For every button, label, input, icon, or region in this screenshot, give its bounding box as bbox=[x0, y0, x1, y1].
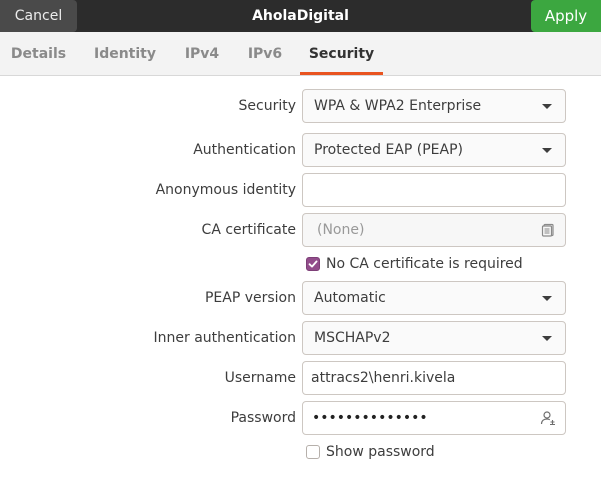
tab-ipv6[interactable]: IPv6 bbox=[238, 32, 292, 75]
anonymous-identity-input[interactable] bbox=[302, 173, 566, 207]
chevron-down-icon bbox=[542, 336, 552, 341]
no-ca-required-row[interactable]: No CA certificate is required bbox=[306, 254, 523, 274]
ca-certificate-input[interactable]: (None) bbox=[302, 213, 566, 247]
show-password-label: Show password bbox=[326, 444, 435, 460]
inner-authentication-value: MSCHAPv2 bbox=[314, 330, 391, 346]
header-bar: Cancel AholaDigital Apply bbox=[0, 0, 601, 32]
security-value: WPA & WPA2 Enterprise bbox=[314, 98, 482, 114]
password-value: •••••••••••••• bbox=[312, 410, 428, 426]
tab-security[interactable]: Security bbox=[300, 32, 383, 75]
document-open-icon[interactable] bbox=[540, 222, 556, 238]
apply-button[interactable]: Apply bbox=[531, 0, 601, 32]
peap-version-label: PEAP version bbox=[204, 290, 296, 306]
ca-certificate-value: (None) bbox=[317, 222, 365, 238]
checkmark-icon bbox=[308, 260, 318, 268]
password-input[interactable]: •••••••••••••• bbox=[302, 401, 566, 435]
show-password-checkbox[interactable] bbox=[306, 445, 320, 459]
tab-details[interactable]: Details bbox=[0, 32, 77, 75]
cancel-button[interactable]: Cancel bbox=[0, 0, 77, 32]
show-password-row[interactable]: Show password bbox=[306, 442, 435, 462]
authentication-value: Protected EAP (PEAP) bbox=[314, 142, 463, 158]
username-value: attracs2\henri.kivela bbox=[311, 370, 456, 386]
no-ca-required-label: No CA certificate is required bbox=[326, 256, 523, 272]
peap-version-value: Automatic bbox=[314, 290, 386, 306]
window-title: AholaDigital bbox=[252, 8, 349, 24]
inner-authentication-label: Inner authentication bbox=[153, 330, 296, 346]
chevron-down-icon bbox=[542, 148, 552, 153]
authentication-combo[interactable]: Protected EAP (PEAP) bbox=[302, 133, 566, 167]
ca-certificate-label: CA certificate bbox=[201, 222, 296, 238]
inner-authentication-combo[interactable]: MSCHAPv2 bbox=[302, 321, 566, 355]
chevron-down-icon bbox=[542, 104, 552, 109]
authentication-label: Authentication bbox=[193, 142, 296, 158]
security-label: Security bbox=[238, 98, 297, 114]
peap-version-combo[interactable]: Automatic bbox=[302, 281, 566, 315]
chevron-down-icon bbox=[542, 296, 552, 301]
username-input[interactable]: attracs2\henri.kivela bbox=[302, 361, 566, 395]
no-ca-required-checkbox[interactable] bbox=[306, 257, 320, 271]
tab-bar: Details Identity IPv4 IPv6 Security bbox=[0, 32, 601, 76]
security-combo[interactable]: WPA & WPA2 Enterprise bbox=[302, 89, 566, 123]
tab-identity[interactable]: Identity bbox=[85, 32, 165, 75]
password-label: Password bbox=[230, 410, 296, 426]
tab-ipv4[interactable]: IPv4 bbox=[176, 32, 228, 75]
user-lock-icon[interactable] bbox=[540, 410, 556, 426]
anonymous-identity-label: Anonymous identity bbox=[155, 182, 296, 198]
username-label: Username bbox=[224, 370, 296, 386]
